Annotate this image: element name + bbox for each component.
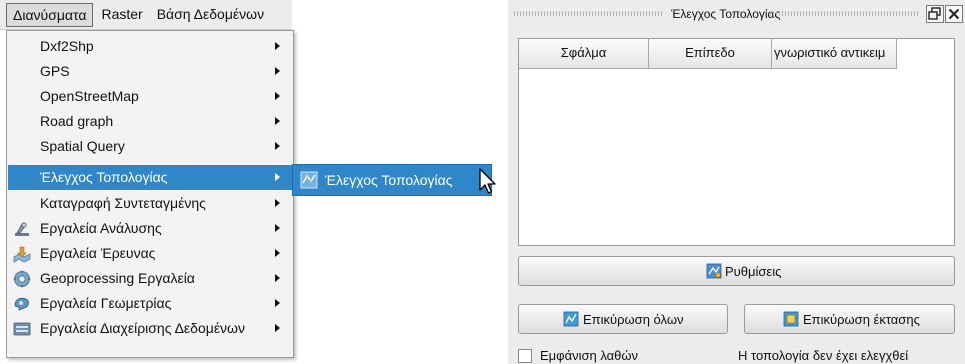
- menu-raster[interactable]: Raster: [95, 3, 148, 27]
- submenu-item-label: Έλεγχος Τοπολογίας: [325, 172, 453, 188]
- topology-status-text: Η τοπολογία δεν έχει ελεγχθεί: [738, 348, 909, 363]
- submenu-arrow-icon: [275, 199, 280, 207]
- submenu-arrow-icon: [275, 173, 280, 181]
- vector-dropdown-menu: Dxf2Shp GPS OpenStreetMap Road graph Spa…: [6, 30, 294, 358]
- panel-title: Έλεγχος Τοπολογίας: [671, 7, 781, 21]
- float-window-icon: [928, 7, 941, 20]
- menu-item-analysis-tools[interactable]: Εργαλεία Ανάλυσης: [8, 216, 292, 241]
- validate-extent-label: Επικύρωση έκτασης: [803, 312, 920, 327]
- menu-database[interactable]: Βάση Δεδομένων: [151, 3, 270, 27]
- menu-item-label: GPS: [40, 63, 70, 79]
- menu-item-label: Εργαλεία Γεωμετρίας: [40, 295, 172, 311]
- validate-all-button[interactable]: Επικύρωση όλων: [518, 304, 728, 334]
- submenu-arrow-icon: [275, 324, 280, 332]
- table-header: Σφάλμα Επίπεδο γνωριστικό αντικειμ: [519, 39, 897, 69]
- submenu-arrow-icon: [275, 92, 280, 100]
- settings-icon: [706, 263, 722, 279]
- mouse-cursor-icon: [479, 168, 496, 194]
- research-tools-icon: [13, 246, 31, 263]
- geometry-tools-icon: [14, 297, 29, 311]
- title-grip: [770, 11, 920, 16]
- validate-all-icon: [563, 311, 579, 327]
- submenu-arrow-icon: [275, 299, 280, 307]
- menu-item-label: Έλεγχος Τοπολογίας: [40, 169, 168, 185]
- menu-item-geometry-tools[interactable]: Εργαλεία Γεωμετρίας: [8, 291, 292, 316]
- column-header-layer[interactable]: Επίπεδο: [649, 39, 772, 69]
- menu-item-coordinate-capture[interactable]: Καταγραφή Συντεταγμένης: [8, 191, 292, 216]
- float-panel-button[interactable]: [926, 5, 944, 23]
- menu-item-label: Geoprocessing Εργαλεία: [40, 270, 195, 286]
- errors-table[interactable]: Σφάλμα Επίπεδο γνωριστικό αντικειμ: [518, 38, 955, 246]
- settings-label: Ρυθμίσεις: [725, 264, 782, 279]
- close-panel-button[interactable]: [945, 5, 963, 23]
- data-management-tools-icon: [13, 322, 31, 336]
- menu-item-label: Εργαλεία Έρευνας: [40, 245, 156, 261]
- menu-item-label: Spatial Query: [40, 138, 125, 154]
- menu-bar: Διανύσματα Raster Βάση Δεδομένων: [0, 0, 292, 30]
- menu-item-topology-checker[interactable]: Έλεγχος Τοπολογίας: [8, 165, 292, 190]
- geoprocessing-tools-icon: [13, 270, 31, 288]
- menu-item-spatial-query[interactable]: Spatial Query: [8, 134, 292, 159]
- submenu-arrow-icon: [275, 249, 280, 257]
- title-grip: [514, 11, 664, 16]
- menu-item-label: Road graph: [40, 113, 114, 129]
- submenu-arrow-icon: [275, 117, 280, 125]
- menu-vector[interactable]: Διανύσματα: [6, 2, 94, 27]
- close-icon: [948, 8, 960, 20]
- topology-checker-icon: [300, 171, 318, 189]
- menu-item-dxf2shp[interactable]: Dxf2Shp: [8, 34, 292, 59]
- submenu-arrow-icon: [275, 224, 280, 232]
- submenu-arrow-icon: [275, 274, 280, 282]
- menu-item-label: Εργαλεία Διαχείρισης Δεδομένων: [40, 320, 245, 336]
- menu-item-geoprocessing-tools[interactable]: Geoprocessing Εργαλεία: [8, 266, 292, 291]
- menu-item-gps[interactable]: GPS: [8, 59, 292, 84]
- topology-checker-panel: Έλεγχος Τοπολογίας Σφάλμα Επίπεδο γνωρισ…: [508, 0, 965, 364]
- menu-item-research-tools[interactable]: Εργαλεία Έρευνας: [8, 241, 292, 266]
- panel-title-bar[interactable]: Έλεγχος Τοπολογίας: [508, 0, 965, 28]
- analysis-tools-icon: [15, 222, 29, 236]
- submenu-arrow-icon: [275, 67, 280, 75]
- column-header-feature-id[interactable]: γνωριστικό αντικειμ: [772, 39, 897, 69]
- menu-item-data-management-tools[interactable]: Εργαλεία Διαχείρισης Δεδομένων: [8, 316, 292, 341]
- menu-item-road-graph[interactable]: Road graph: [8, 109, 292, 134]
- menu-item-openstreetmap[interactable]: OpenStreetMap: [8, 84, 292, 109]
- submenu-topology-checker[interactable]: Έλεγχος Τοπολογίας: [292, 164, 492, 196]
- validate-all-label: Επικύρωση όλων: [583, 312, 684, 327]
- show-errors-checkbox[interactable]: [518, 349, 532, 363]
- settings-button[interactable]: Ρυθμίσεις: [518, 256, 955, 286]
- submenu-arrow-icon: [275, 42, 280, 50]
- column-header-error[interactable]: Σφάλμα: [519, 39, 649, 69]
- menu-item-label: Dxf2Shp: [40, 38, 94, 54]
- validate-extent-button[interactable]: Επικύρωση έκτασης: [744, 304, 955, 334]
- menu-item-label: OpenStreetMap: [40, 88, 139, 104]
- submenu-arrow-icon: [275, 142, 280, 150]
- menu-item-label: Εργαλεία Ανάλυσης: [40, 220, 162, 236]
- validate-extent-icon: [783, 311, 799, 327]
- menu-item-label: Καταγραφή Συντεταγμένης: [40, 195, 206, 211]
- show-errors-label: Εμφάνιση λαθών: [540, 348, 639, 363]
